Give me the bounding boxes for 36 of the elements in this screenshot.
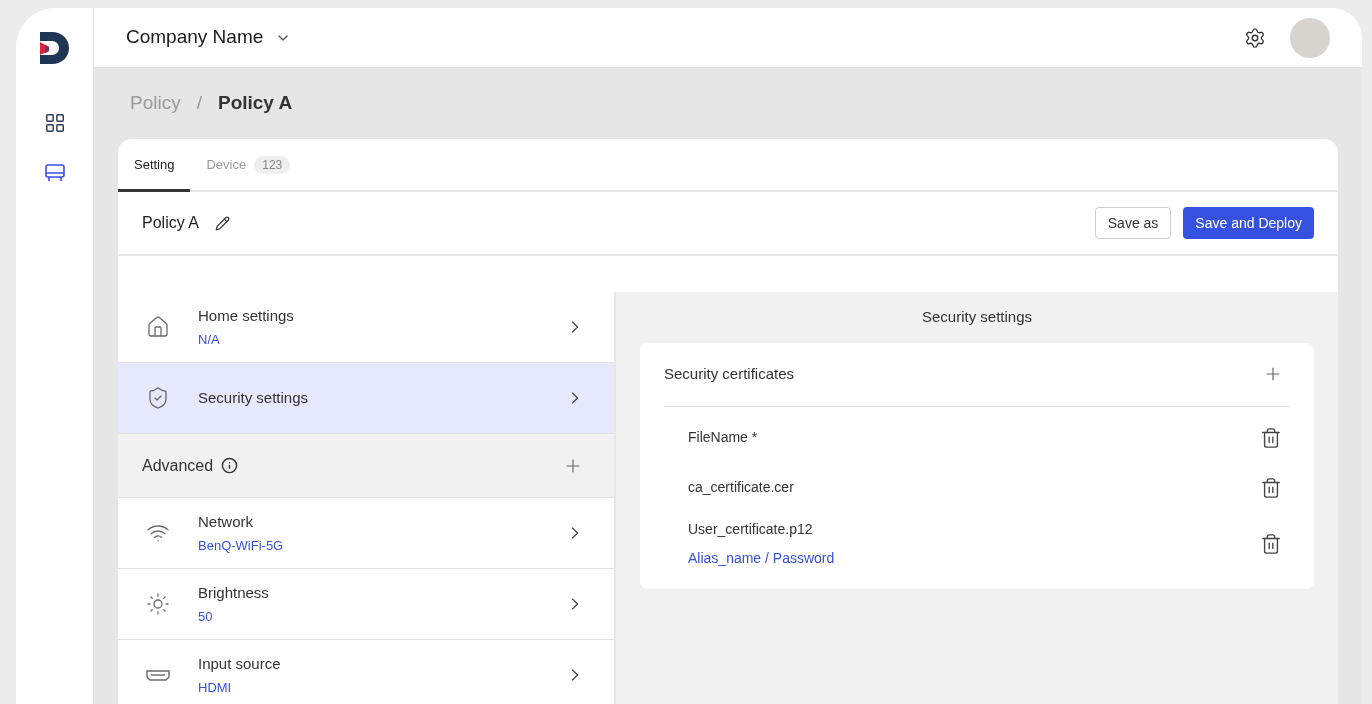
item-value: HDMI [198,678,233,697]
logo-icon [39,32,70,64]
info-icon [221,457,239,474]
settings-item[interactable]: Security settings [118,363,614,434]
file-name: User_certificate.p12 [688,519,814,539]
company-dropdown[interactable]: Company Name [126,23,292,52]
item-title: Input source [198,654,281,674]
settings-icon[interactable] [1244,26,1266,49]
sun-icon [146,592,170,616]
save-as-button[interactable]: Save as [1094,207,1172,239]
edit-icon[interactable] [214,215,230,231]
policy-name: Policy A [142,213,199,233]
item-value: BenQ-WiFi-5G [198,536,284,555]
shield-icon [146,386,170,410]
home-icon [146,315,170,339]
item-title: Security settings [198,387,309,408]
credentials-link[interactable]: Alias_name / Password [688,547,835,569]
tab[interactable]: Setting [118,141,191,192]
card-title: Security certificates [664,363,795,384]
item-title: Network [198,512,254,532]
trash-icon[interactable] [1260,532,1282,555]
section-title: Advanced [142,455,214,476]
save-deploy-button[interactable]: Save and Deploy [1183,207,1314,239]
count-badge: 123 [254,156,291,174]
item-value: 50 [198,607,214,626]
item-title: Home settings [198,306,294,326]
file-name: ca_certificate.cer [688,478,794,497]
port-icon [145,668,171,682]
file-name: FileName * [688,428,758,447]
panel-title: Security settings [920,307,1033,327]
breadcrumb-separator: / [196,90,202,115]
breadcrumb-current: Policy A [217,90,293,115]
trash-icon[interactable] [1260,426,1282,449]
item-value: N/A [198,330,221,349]
trash-icon[interactable] [1260,476,1282,499]
item-title: Brightness [198,583,269,603]
